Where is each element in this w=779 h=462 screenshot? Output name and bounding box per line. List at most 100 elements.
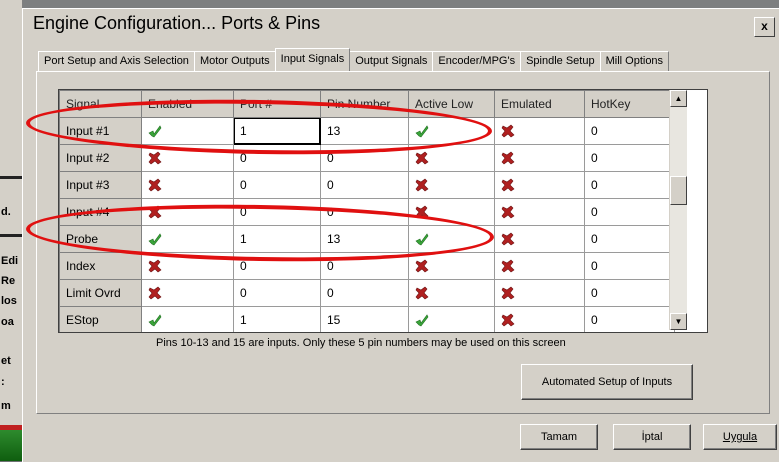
column-header-emulated[interactable]: Emulated: [494, 90, 585, 118]
background-text-fragment: Re: [1, 275, 16, 287]
table-row[interactable]: EStop 1 15 0: [59, 306, 675, 332]
cell-active-low[interactable]: [408, 144, 495, 172]
cell-signal: Input #3: [59, 171, 142, 199]
cell-pin-number[interactable]: 0: [320, 144, 409, 172]
background-text-fragment: Edi: [1, 255, 19, 267]
cell-pin-number[interactable]: 0: [320, 171, 409, 199]
cell-emulated[interactable]: [494, 225, 585, 253]
cell-signal: EStop: [59, 306, 142, 332]
check-icon: [415, 232, 429, 246]
cell-hotkey[interactable]: 0: [584, 279, 675, 307]
cell-enabled[interactable]: [141, 225, 234, 253]
background-text-fragment: d.: [1, 206, 11, 218]
cell-hotkey[interactable]: 0: [584, 252, 675, 280]
table-row[interactable]: Input #3 0 0 0: [59, 171, 675, 199]
column-header-signal[interactable]: Signal: [59, 90, 142, 118]
cell-port[interactable]: 0: [233, 171, 321, 199]
background-text-fragment: los: [1, 295, 17, 307]
cell-enabled[interactable]: [141, 252, 234, 280]
scroll-thumb[interactable]: [670, 176, 687, 205]
tab-motor-outputs[interactable]: Motor Outputs: [193, 51, 276, 72]
cell-enabled[interactable]: [141, 306, 234, 332]
background-text-fragment: oa: [1, 316, 14, 328]
cell-hotkey[interactable]: 0: [584, 225, 675, 253]
cell-enabled[interactable]: [141, 198, 234, 226]
cross-icon: [415, 205, 429, 219]
cell-emulated[interactable]: [494, 144, 585, 172]
cell-port[interactable]: 0: [233, 144, 321, 172]
cell-active-low[interactable]: [408, 306, 495, 332]
cell-active-low[interactable]: [408, 117, 495, 145]
cross-icon: [501, 205, 515, 219]
cell-active-low[interactable]: [408, 279, 495, 307]
table-row[interactable]: Input #1 1 13 0: [59, 117, 675, 145]
scroll-up-button[interactable]: ▲: [670, 90, 687, 107]
cell-port[interactable]: 1: [233, 117, 321, 145]
column-header-port[interactable]: Port #: [233, 90, 321, 118]
tab-encoder-mpgs[interactable]: Encoder/MPG's: [432, 51, 522, 72]
column-header-enabled[interactable]: Enabled: [141, 90, 234, 118]
cell-active-low[interactable]: [408, 252, 495, 280]
cell-enabled[interactable]: [141, 117, 234, 145]
cross-icon: [148, 259, 162, 273]
cell-pin-number[interactable]: 0: [320, 279, 409, 307]
tab-mill-options[interactable]: Mill Options: [599, 51, 670, 72]
table-row[interactable]: Index 0 0 0: [59, 252, 675, 280]
cell-emulated[interactable]: [494, 117, 585, 145]
cell-hotkey[interactable]: 0: [584, 171, 675, 199]
cell-emulated[interactable]: [494, 279, 585, 307]
signals-table: Signal Enabled Port # Pin Number Active …: [59, 90, 675, 332]
cell-active-low[interactable]: [408, 171, 495, 199]
cell-enabled[interactable]: [141, 171, 234, 199]
grid-vertical-scrollbar[interactable]: ▲ ▼: [669, 90, 687, 330]
cell-hotkey[interactable]: 0: [584, 144, 675, 172]
cross-icon: [501, 232, 515, 246]
cell-port[interactable]: 0: [233, 252, 321, 280]
close-button[interactable]: x: [754, 17, 775, 37]
cell-hotkey[interactable]: 0: [584, 306, 675, 332]
pins-info-text: Pins 10-13 and 15 are inputs. Only these…: [156, 337, 566, 349]
cell-emulated[interactable]: [494, 198, 585, 226]
table-row[interactable]: Input #4 0 0 0: [59, 198, 675, 226]
column-header-active-low[interactable]: Active Low: [408, 90, 495, 118]
dialog-title: Engine Configuration... Ports & Pins: [33, 13, 321, 33]
tab-spindle-setup[interactable]: Spindle Setup: [520, 51, 601, 72]
engine-config-dialog: Engine Configuration... Ports & Pins x P…: [22, 8, 779, 462]
cross-icon: [148, 178, 162, 192]
cell-enabled[interactable]: [141, 279, 234, 307]
cell-emulated[interactable]: [494, 171, 585, 199]
cell-pin-number[interactable]: 0: [320, 198, 409, 226]
cross-icon: [148, 286, 162, 300]
automated-setup-button[interactable]: Automated Setup of Inputs: [521, 364, 693, 400]
cell-active-low[interactable]: [408, 225, 495, 253]
cell-pin-number[interactable]: 0: [320, 252, 409, 280]
cell-pin-number[interactable]: 13: [320, 117, 409, 145]
cell-pin-number[interactable]: 13: [320, 225, 409, 253]
cell-port[interactable]: 0: [233, 279, 321, 307]
cell-enabled[interactable]: [141, 144, 234, 172]
tab-input-signals[interactable]: Input Signals: [274, 48, 351, 71]
cell-pin-number[interactable]: 15: [320, 306, 409, 332]
table-row[interactable]: Probe 1 13 0: [59, 225, 675, 253]
cell-hotkey[interactable]: 0: [584, 117, 675, 145]
cell-port[interactable]: 0: [233, 198, 321, 226]
cell-active-low[interactable]: [408, 198, 495, 226]
cell-port[interactable]: 1: [233, 225, 321, 253]
tab-port-setup[interactable]: Port Setup and Axis Selection: [38, 51, 195, 72]
background-status-green: [0, 430, 22, 461]
cancel-button[interactable]: İptal: [613, 424, 691, 450]
cell-emulated[interactable]: [494, 252, 585, 280]
column-header-pin-number[interactable]: Pin Number: [320, 90, 409, 118]
table-row[interactable]: Limit Ovrd 0 0 0: [59, 279, 675, 307]
table-row[interactable]: Input #2 0 0 0: [59, 144, 675, 172]
check-icon: [148, 232, 162, 246]
column-header-hotkey[interactable]: HotKey: [584, 90, 675, 118]
ok-button[interactable]: Tamam: [520, 424, 598, 450]
cell-signal: Probe: [59, 225, 142, 253]
apply-button[interactable]: Uygula: [703, 424, 777, 450]
cell-hotkey[interactable]: 0: [584, 198, 675, 226]
tab-output-signals[interactable]: Output Signals: [349, 51, 434, 72]
scroll-down-button[interactable]: ▼: [670, 313, 687, 330]
cell-emulated[interactable]: [494, 306, 585, 332]
cell-port[interactable]: 1: [233, 306, 321, 332]
